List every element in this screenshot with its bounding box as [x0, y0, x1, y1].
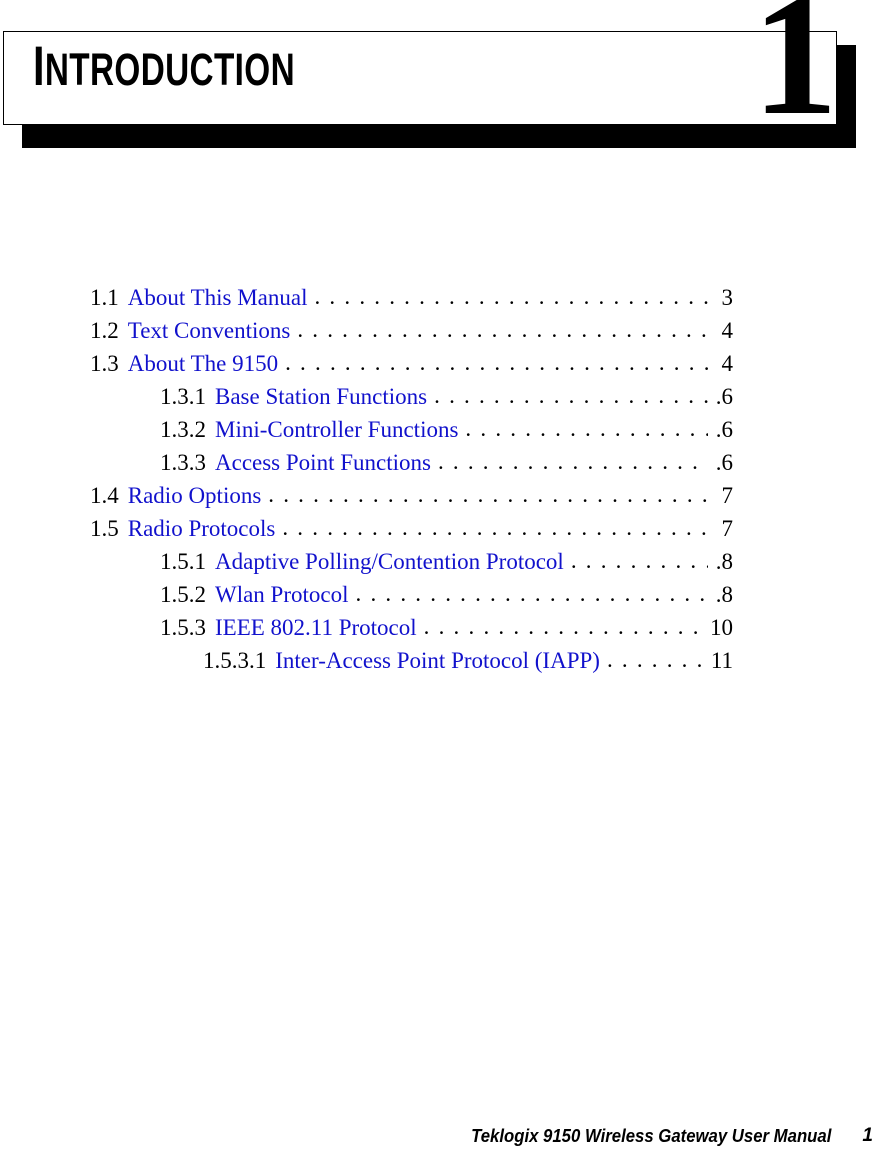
- toc-entry-number: 1.3.3: [160, 450, 206, 475]
- toc-entry-number: 1.5: [90, 516, 119, 541]
- toc-entry-title[interactable]: Radio Protocols: [128, 512, 276, 545]
- toc-entry-title[interactable]: Radio Options: [128, 479, 262, 512]
- toc-dot-leader: ........................................…: [437, 449, 708, 474]
- toc-dot-leader: ........................................…: [285, 350, 708, 375]
- toc-entry-page[interactable]: .6: [711, 413, 888, 446]
- toc-entry[interactable]: 1.1 About This Manual ..................…: [0, 281, 888, 314]
- toc-entry[interactable]: 1.3.2 Mini-Controller Functions ........…: [0, 413, 888, 446]
- toc-entry-number: 1.1: [90, 285, 119, 310]
- toc-entry-number: 1.3: [90, 351, 119, 376]
- toc-entry-title[interactable]: Inter-Access Point Protocol (IAPP): [275, 644, 600, 677]
- toc-dot-leader: ........................................…: [423, 614, 707, 639]
- toc-dot-leader: ........................................…: [434, 383, 708, 408]
- toc-dot-leader: ........................................…: [570, 548, 708, 573]
- toc-dot-leader: ........................................…: [606, 647, 708, 672]
- footer-page-number: 1: [862, 1125, 873, 1146]
- toc-entry[interactable]: 1.3.1 Base Station Functions ...........…: [0, 380, 888, 413]
- toc-entry-title[interactable]: Wlan Protocol: [215, 578, 349, 611]
- toc-entry-title[interactable]: Access Point Functions: [215, 446, 431, 479]
- toc-entry[interactable]: 1.5.1 Adaptive Polling/Contention Protoc…: [0, 545, 888, 578]
- footer-manual-title: Teklogix 9150 Wireless Gateway User Manu…: [470, 1126, 831, 1146]
- toc-entry[interactable]: 1.2 Text Conventions ...................…: [0, 314, 888, 347]
- toc-entry-title[interactable]: Mini-Controller Functions: [215, 413, 458, 446]
- toc-entry-title[interactable]: About The 9150: [128, 347, 278, 380]
- toc-entry-title[interactable]: Base Station Functions: [215, 380, 427, 413]
- toc-entry-page[interactable]: .6: [711, 380, 888, 413]
- page-footer: Teklogix 9150 Wireless Gateway User Manu…: [0, 1125, 888, 1153]
- table-of-contents: 1.1 About This Manual ..................…: [0, 281, 888, 677]
- toc-dot-leader: ........................................…: [314, 284, 708, 309]
- chapter-title: INTRODUCTION: [33, 36, 295, 100]
- toc-entry-page[interactable]: 4: [711, 347, 888, 380]
- toc-entry-title[interactable]: About This Manual: [128, 281, 308, 314]
- toc-entry-number: 1.5.1: [160, 549, 206, 574]
- toc-entry-page[interactable]: 7: [711, 479, 888, 512]
- chapter-title-initial: I: [33, 34, 45, 97]
- toc-entry-title[interactable]: Adaptive Polling/Contention Protocol: [215, 545, 564, 578]
- toc-entry[interactable]: 1.5.3 IEEE 802.11 Protocol .............…: [0, 611, 888, 644]
- toc-entry-page[interactable]: .8: [711, 578, 888, 611]
- toc-entry-title[interactable]: IEEE 802.11 Protocol: [215, 611, 417, 644]
- toc-entry[interactable]: 1.5.2 Wlan Protocol ....................…: [0, 578, 888, 611]
- chapter-number: 1: [752, 0, 838, 151]
- toc-entry-number: 1.5.2: [160, 582, 206, 607]
- toc-entry-page[interactable]: 11: [711, 644, 888, 677]
- toc-entry-number: 1.5.3: [160, 615, 206, 640]
- toc-entry-number: 1.3.2: [160, 417, 206, 442]
- toc-entry-page[interactable]: 10: [710, 611, 888, 644]
- toc-dot-leader: ........................................…: [268, 482, 708, 507]
- toc-entry-page[interactable]: .8: [711, 545, 888, 578]
- toc-dot-leader: ........................................…: [355, 581, 709, 606]
- toc-entry-title[interactable]: Text Conventions: [128, 314, 291, 347]
- toc-entry[interactable]: 1.3.3 Access Point Functions ...........…: [0, 446, 888, 479]
- toc-dot-leader: ........................................…: [297, 317, 708, 342]
- toc-dot-leader: ........................................…: [282, 515, 708, 540]
- toc-entry-page[interactable]: 4: [711, 314, 888, 347]
- toc-entry[interactable]: 1.3 About The 9150 .....................…: [0, 347, 888, 380]
- chapter-title-remainder: NTRODUCTION: [44, 44, 295, 95]
- toc-entry[interactable]: 1.5 Radio Protocols ....................…: [0, 512, 888, 545]
- toc-entry[interactable]: 1.4 Radio Options ......................…: [0, 479, 888, 512]
- toc-entry[interactable]: 1.5.3.1 Inter-Access Point Protocol (IAP…: [0, 644, 888, 677]
- toc-entry-number: 1.2: [90, 318, 119, 343]
- toc-entry-number: 1.3.1: [160, 384, 206, 409]
- toc-entry-page[interactable]: .6: [711, 446, 888, 479]
- toc-entry-page[interactable]: 3: [711, 281, 888, 314]
- chapter-header-banner: INTRODUCTION 1: [0, 0, 888, 175]
- toc-entry-number: 1.5.3.1: [203, 648, 267, 673]
- toc-dot-leader: ........................................…: [465, 416, 708, 441]
- toc-entry-number: 1.4: [90, 483, 119, 508]
- toc-entry-page[interactable]: 7: [711, 512, 888, 545]
